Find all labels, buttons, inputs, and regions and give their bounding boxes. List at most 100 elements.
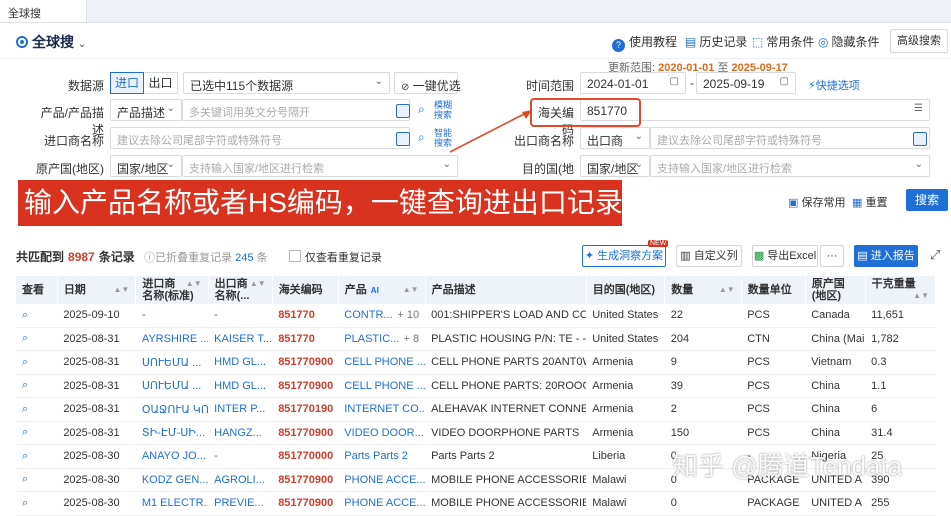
cell-importer[interactable]: -	[135, 304, 209, 328]
destination-type-select[interactable]: 国家/地区 ⌄	[580, 155, 650, 177]
cell-exporter[interactable]: HMD GL...	[208, 350, 273, 375]
only-duplicates-checkbox[interactable]	[288, 250, 301, 262]
save-common-button[interactable]: ▣ 保存常用	[788, 194, 845, 210]
col-quantity[interactable]: 数量 ▲▼	[664, 276, 742, 304]
window-tab[interactable]: 全球搜 ×	[0, 0, 87, 22]
importer-input[interactable]: 建议去除公司尾部字符或特殊符号	[110, 127, 410, 149]
export-toggle[interactable]: 出口	[144, 72, 178, 94]
cell-importer[interactable]: ANAYO JO...	[135, 444, 209, 469]
cell-importer[interactable]: ՍՈՒԵՄԱ ...	[135, 350, 209, 375]
table-row[interactable]: ⌕ 2025-08-31 ՍՈՒԵՄԱ ... HMD GL... 851770900 C…	[16, 350, 936, 375]
cell-product[interactable]: CELL PHONE ...	[338, 374, 426, 398]
col-importer[interactable]: ▲▼ 进口商名称(标准)	[135, 276, 209, 304]
one-click-button[interactable]: ⊘ 一键优选	[394, 72, 461, 94]
close-icon[interactable]: ×	[8, 3, 82, 17]
cell-weight: 11,651	[865, 304, 936, 328]
view-icon[interactable]: ⌕	[16, 304, 58, 328]
quick-options-link[interactable]: ⚡快捷选项	[808, 77, 860, 93]
view-icon[interactable]: ⌕	[16, 397, 58, 422]
cell-product[interactable]: CELL PHONE ...	[338, 350, 426, 375]
nav-hide-conditions[interactable]: ◎ 隐藏条件	[818, 33, 880, 50]
translate-icon[interactable]	[396, 104, 410, 118]
top-bar: 全球搜 ⌄ ? 使用教程 ▤ 历史记录 ⬚ 常用条件 ◎ 隐藏条件 高级搜索	[0, 22, 951, 59]
cell-exporter[interactable]: KAISER T...	[208, 327, 273, 351]
cell-product[interactable]: PHONE ACCE...	[338, 468, 426, 492]
cell-product[interactable]: Parts Parts 2	[338, 444, 426, 469]
app-logo[interactable]: 全球搜 ⌄	[16, 32, 86, 52]
magnifier-icon[interactable]: ⌕	[418, 102, 425, 117]
nav-tutorial[interactable]: ? 使用教程	[612, 33, 677, 52]
generate-solution-button[interactable]: ✦ 生成洞察方案	[582, 245, 666, 267]
cell-date: 2025-09-10	[57, 304, 136, 328]
table-row[interactable]: ⌕ 2025-08-30 M1 ELECTR... PREVIE... 85177090…	[16, 491, 936, 516]
export-excel-button[interactable]: ▩ 导出Excel	[752, 245, 818, 267]
cell-importer[interactable]: ՍՈՒԵՄԱ ...	[135, 374, 209, 398]
table-row[interactable]: ⌕ 2025-08-31 ՏԻ-ԷՄ-ՍԻ... HANGZ... 851770900 V…	[16, 421, 936, 445]
view-icon[interactable]: ⌕	[16, 491, 58, 516]
cell-weight: 6	[865, 397, 936, 422]
cell-product[interactable]: PHONE ACCE...	[338, 491, 426, 516]
product-input[interactable]: 多关键词用英文分号隔开	[182, 99, 410, 121]
view-icon[interactable]: ⌕	[16, 444, 58, 469]
cell-importer[interactable]: ՕԱՋՈՒԱ ԿՈ...	[135, 397, 209, 422]
cell-exporter[interactable]: -	[208, 444, 273, 469]
cell-importer[interactable]: ՏԻ-ԷՄ-ՍԻ...	[135, 421, 209, 445]
custom-columns-button[interactable]: ▥ 自定义列	[676, 245, 742, 267]
col-exporter[interactable]: ▲▼ 出口商名称(...	[208, 276, 273, 304]
fullscreen-icon[interactable]: ⤢	[930, 247, 940, 263]
view-icon[interactable]: ⌕	[16, 468, 58, 492]
import-toggle[interactable]: 进口	[110, 72, 144, 94]
advanced-search-button[interactable]: 高级搜索	[890, 29, 948, 53]
more-button[interactable]: ···	[820, 245, 844, 267]
translate-icon[interactable]	[396, 132, 410, 146]
table-row[interactable]: ⌕ 2025-08-31 ՍՈՒԵՄԱ ... HMD GL... 851770900 C…	[16, 374, 936, 398]
cell-exporter[interactable]: HANGZ...	[208, 421, 273, 445]
datasource-select[interactable]: 已选中115个数据源 ⌄	[183, 72, 390, 94]
reset-button[interactable]: ▦ 重置	[852, 194, 887, 210]
origin-input[interactable]: 支持输入国家/地区进行检索 ⌄	[182, 155, 458, 177]
hs-code-highlight	[530, 98, 641, 127]
view-icon[interactable]: ⌕	[16, 374, 58, 398]
cell-importer[interactable]: AYRSHIRE ...	[135, 327, 209, 351]
col-weight[interactable]: 干克重量 ▲▼	[865, 276, 937, 304]
cell-quantity-unit: CTN	[741, 327, 806, 351]
check-circle-icon: ⊘	[401, 82, 410, 93]
excel-icon: ▩	[753, 250, 765, 262]
nav-history[interactable]: ▤ 历史记录	[685, 33, 747, 50]
cell-exporter[interactable]: PREVIE...	[208, 491, 273, 516]
table-row[interactable]: ⌕ 2025-09-10- -851770 CONTR... + 10 001:SHIPP…	[16, 304, 936, 328]
enter-report-button[interactable]: ▤ 进入报告	[854, 245, 918, 267]
view-icon[interactable]: ⌕	[16, 327, 58, 351]
translate-icon[interactable]	[913, 132, 927, 146]
product-type-select[interactable]: 产品描述 ⌄	[110, 99, 182, 121]
col-date[interactable]: 日期 ▲▼	[57, 276, 137, 304]
exporter-input[interactable]: 建议去除公司尾部字符或特殊符号	[650, 127, 930, 149]
origin-label: 原产国(地区)	[36, 162, 104, 176]
chevron-down-icon: ⌄	[166, 103, 175, 114]
exporter-type-select[interactable]: 出口商 ⌄	[580, 127, 650, 149]
cell-exporter[interactable]: HMD GL...	[208, 374, 273, 398]
cell-hs-code: 851770900	[272, 374, 339, 398]
cell-product[interactable]: CONTR... + 10	[338, 304, 426, 328]
date-to-input[interactable]: 2025-09-19 ▢	[696, 72, 796, 94]
nav-common-conditions[interactable]: ⬚ 常用条件	[752, 33, 814, 50]
view-icon[interactable]: ⌕	[16, 350, 58, 375]
table-row[interactable]: ⌕ 2025-08-31 AYRSHIRE ... KAISER T... 851770…	[16, 327, 936, 351]
cell-importer[interactable]: KODZ GEN...	[135, 468, 209, 492]
search-button[interactable]: 搜索	[906, 189, 948, 211]
cell-product[interactable]: PLASTIC... + 8	[338, 327, 426, 351]
date-from-input[interactable]: 2024-01-01 ▢	[580, 72, 686, 94]
cell-exporter[interactable]: INTER P...	[208, 397, 273, 422]
cell-product[interactable]: INTERNET CO...	[338, 397, 426, 422]
cell-date: 2025-08-31	[57, 327, 136, 351]
table-row[interactable]: ⌕2025-08-31ՕԱՋՈՒԱ ԿՈ...INTER P...8517701…	[16, 397, 936, 422]
cell-exporter[interactable]: AGROLI...	[208, 468, 273, 492]
cell-exporter[interactable]: -	[208, 304, 273, 328]
view-icon[interactable]: ⌕	[16, 421, 58, 445]
destination-input[interactable]: 支持输入国家/地区进行检索 ⌄	[650, 155, 930, 177]
cell-importer[interactable]: M1 ELECTR...	[135, 491, 209, 516]
origin-type-select[interactable]: 国家/地区 ⌄	[110, 155, 182, 177]
cell-weight: 1,782	[865, 327, 936, 351]
magnifier-icon[interactable]: ⌕	[418, 130, 425, 145]
cell-product[interactable]: VIDEO DOOR...	[338, 421, 426, 445]
